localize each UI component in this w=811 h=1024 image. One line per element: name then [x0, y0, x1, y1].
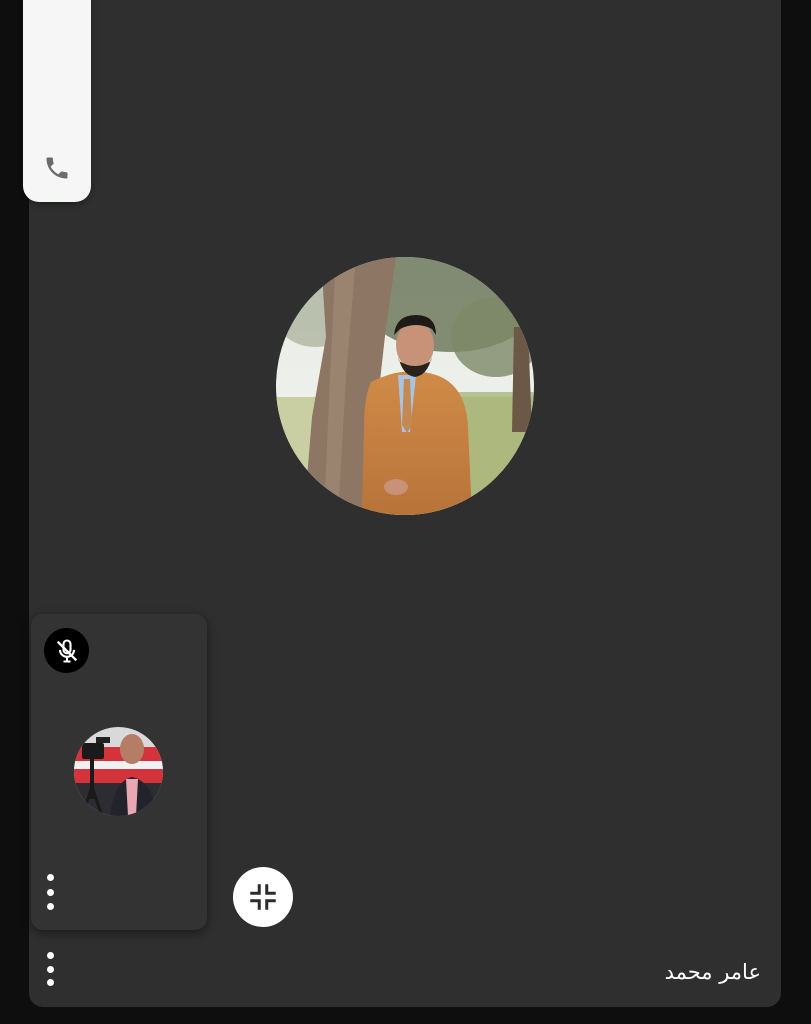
- more-vertical-icon-dot: [46, 979, 54, 986]
- more-vertical-icon-dot: [46, 952, 54, 959]
- collapse-fullscreen-icon: [250, 884, 276, 910]
- local-participant-photo: [74, 727, 163, 816]
- call-more-options[interactable]: [42, 952, 58, 986]
- more-vertical-icon-dot: [46, 903, 54, 910]
- tile-more-options[interactable]: [42, 874, 58, 910]
- more-vertical-icon-dot: [46, 874, 54, 881]
- more-vertical-icon-dot: [46, 965, 54, 973]
- self-view-tile[interactable]: [31, 614, 207, 930]
- muted-badge: [44, 628, 89, 673]
- phone-icon[interactable]: [43, 154, 71, 182]
- call-controls-pill[interactable]: [23, 0, 91, 202]
- more-vertical-icon-dot: [46, 888, 54, 896]
- remote-participant-avatar: [276, 257, 534, 515]
- local-participant-avatar: [74, 727, 163, 816]
- remote-participant-photo: [276, 257, 534, 515]
- call-screen: عامر محمد: [0, 0, 811, 1024]
- caller-name: عامر محمد: [664, 960, 761, 984]
- collapse-button[interactable]: [233, 867, 293, 927]
- mic-off-icon: [56, 638, 77, 663]
